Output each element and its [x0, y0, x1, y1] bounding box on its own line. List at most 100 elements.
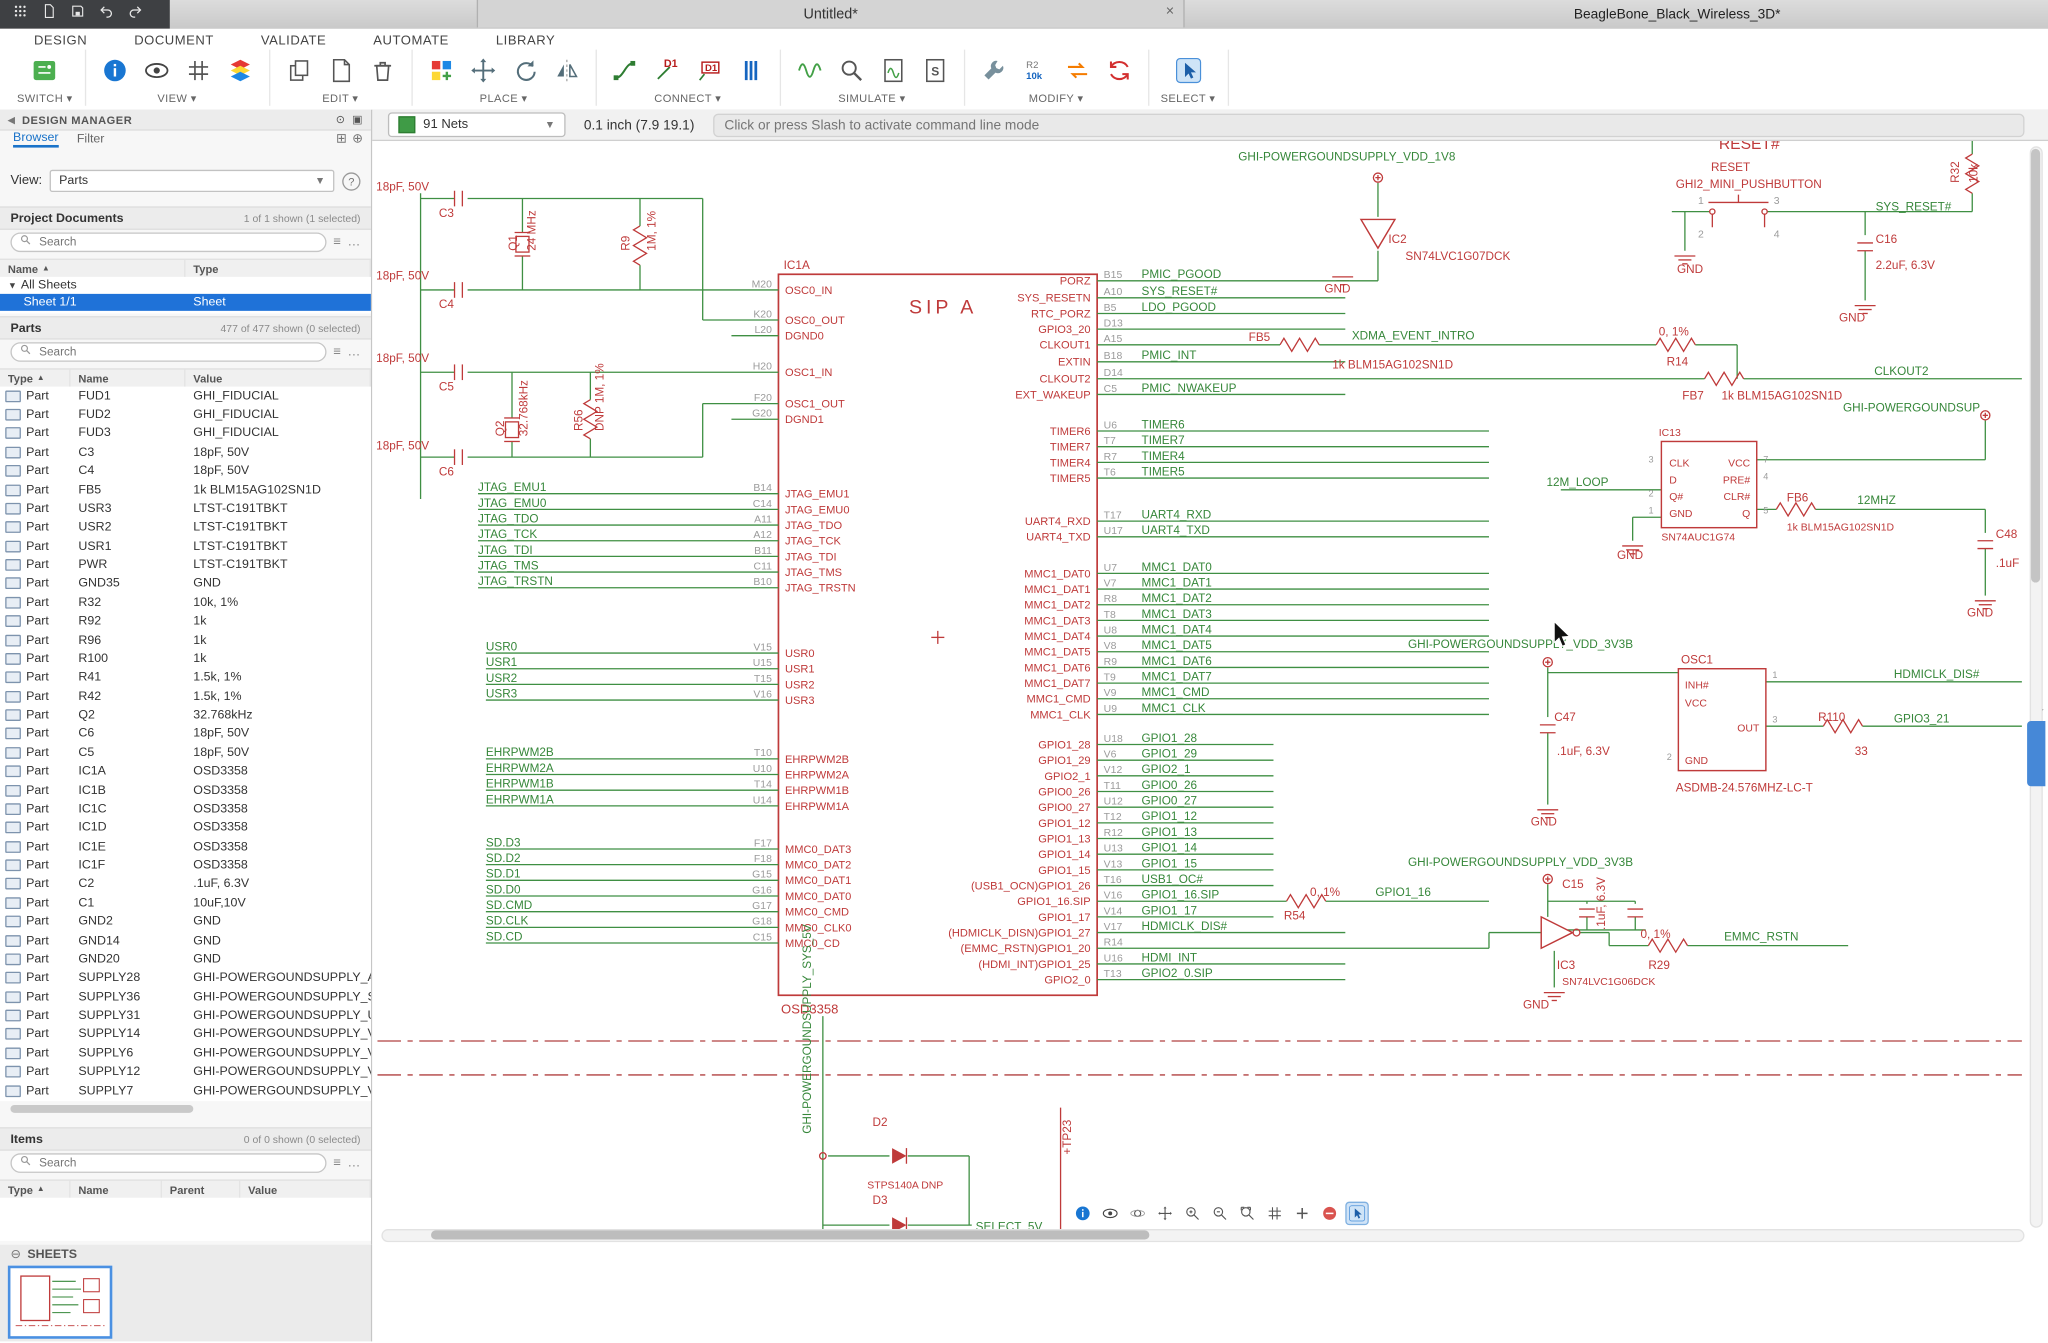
document-icon[interactable]	[323, 54, 357, 88]
component-label[interactable]: UART4_RXD	[1025, 516, 1091, 528]
part-row-supply12[interactable]: PartSUPPLY12GHI-POWERGOUNDSUPPLY_V	[0, 1063, 371, 1082]
grid-icon[interactable]	[1263, 1202, 1287, 1226]
pin-number[interactable]: B18	[1104, 351, 1123, 362]
component-label[interactable]: JTAG_TMS	[785, 567, 842, 579]
panel-dock-icon[interactable]: ▣	[352, 112, 363, 126]
component-label[interactable]: GND	[1685, 756, 1709, 767]
part-row-ic1a[interactable]: PartIC1AOSD3358	[0, 762, 371, 781]
pin-number[interactable]: T12	[1104, 812, 1122, 823]
value-icon[interactable]: R210k	[1018, 54, 1052, 88]
info-icon[interactable]	[1071, 1202, 1095, 1226]
pin-number[interactable]: 2	[1667, 752, 1672, 762]
pin-number[interactable]: 3	[1648, 454, 1653, 464]
pin-number[interactable]: D14	[1104, 368, 1123, 379]
component-label[interactable]: CLKOUT2	[1039, 374, 1090, 386]
pin-number[interactable]: K20	[753, 309, 772, 320]
part-row-c2[interactable]: PartC2.1uF, 6.3V	[0, 875, 371, 894]
ribbon-group-label-place[interactable]: PLACE ▾	[480, 91, 528, 105]
part-row-ic1e[interactable]: PartIC1EOSD3358	[0, 837, 371, 856]
component-label[interactable]: SN74LVC1G06DCK	[1562, 977, 1655, 988]
panel-settings-icon[interactable]: ⊙	[336, 112, 346, 126]
component-label[interactable]: R9	[620, 236, 633, 251]
component-label[interactable]: MMC1_CLK	[1030, 709, 1091, 721]
pin-number[interactable]: U7	[1104, 563, 1118, 574]
column-header-type[interactable]: Type▲	[0, 1181, 71, 1199]
component-label[interactable]: TIMER5	[1050, 473, 1091, 485]
component-label[interactable]: DGND1	[785, 414, 824, 426]
net-label[interactable]: EHRPWM2B	[486, 746, 554, 759]
pin-number[interactable]: T10	[754, 748, 772, 759]
part-row-gnd35[interactable]: PartGND35GND	[0, 574, 371, 593]
part-row-q2[interactable]: PartQ232.768kHz	[0, 706, 371, 725]
component-label[interactable]: 18pF, 50V	[376, 270, 429, 283]
component-label[interactable]: 10k	[1967, 164, 1980, 183]
component-label[interactable]: MMC0_CLK0	[785, 922, 852, 934]
component-label[interactable]: GND	[1523, 998, 1549, 1011]
net-label[interactable]: MMC1_DAT7	[1142, 670, 1212, 683]
component-label[interactable]: OSC0_IN	[785, 285, 832, 297]
resistor-symbol[interactable]	[1280, 338, 1319, 351]
net-label[interactable]: GHI-POWERGOUNDSUPPLY_SYS_5V	[801, 924, 814, 1134]
component-label[interactable]: ASDMB-24.576MHZ-LC-T	[1676, 782, 1813, 795]
part-row-supply14[interactable]: PartSUPPLY14GHI-POWERGOUNDSUPPLY_V	[0, 1025, 371, 1044]
net-label[interactable]: SD.D3	[486, 836, 521, 849]
net-label[interactable]: PMIC_PGOOD	[1142, 268, 1222, 281]
net-label[interactable]: TIMER7	[1142, 434, 1185, 447]
component-label[interactable]: C6	[439, 465, 454, 478]
component-label[interactable]: EHRPWM1A	[785, 801, 850, 813]
net-label[interactable]: HDMICLK_DIS#	[1142, 920, 1228, 933]
pin-number[interactable]: G17	[752, 901, 772, 912]
component-label[interactable]: TIMER4	[1050, 457, 1091, 469]
net-label[interactable]: SYS_RESET#	[1142, 285, 1218, 298]
net-label[interactable]: MMC1_DAT2	[1142, 592, 1212, 605]
pin-number[interactable]: T7	[1104, 436, 1116, 447]
pushbutton-symbol[interactable]	[1762, 209, 1767, 214]
component-label[interactable]: GPIO1_16.SIP	[1017, 896, 1090, 908]
component-label[interactable]: FB7	[1682, 390, 1704, 403]
component-label[interactable]: 18pF, 50V	[376, 439, 429, 452]
pin-number[interactable]: 1	[1648, 505, 1653, 515]
part-row-r32[interactable]: PartR3210k, 1%	[0, 593, 371, 612]
command-line-input[interactable]	[713, 113, 2025, 137]
net-label[interactable]: USR3	[486, 687, 518, 700]
component-label[interactable]: IC2	[1388, 233, 1406, 246]
pin-number[interactable]: L20	[754, 325, 772, 336]
net-label[interactable]: GHI-POWERGOUNDSUPPLY_VDD_3V3B	[1408, 856, 1633, 869]
trash-icon[interactable]	[365, 54, 399, 88]
pin-number[interactable]: G18	[752, 917, 772, 928]
component-label[interactable]: (HDMICLK_DISN)GPIO1_27	[948, 927, 1090, 939]
net-label[interactable]: GPIO2_1	[1142, 763, 1191, 776]
eye-icon[interactable]	[139, 54, 173, 88]
pin-number[interactable]: U9	[1104, 704, 1118, 715]
pin-number[interactable]: T15	[754, 674, 772, 685]
part-row-gnd14[interactable]: PartGND14GND	[0, 931, 371, 950]
pin-number[interactable]: U17	[1104, 526, 1123, 537]
waveform-icon[interactable]	[792, 54, 826, 88]
net-label[interactable]: GPIO1_16.SIP	[1142, 889, 1220, 902]
pan-icon[interactable]	[1153, 1202, 1177, 1226]
net-label[interactable]: GPIO1_29	[1142, 748, 1198, 761]
probe-icon[interactable]	[834, 54, 868, 88]
document-tab[interactable]: Untitled* ×	[477, 0, 1185, 27]
net-label[interactable]: JTAG_EMU0	[478, 497, 547, 510]
component-label[interactable]: MMC0_DAT2	[785, 860, 851, 872]
component-label[interactable]: 1k BLM15AG102SN1D	[1787, 522, 1895, 533]
pin-number[interactable]: G15	[752, 870, 772, 881]
pin-number[interactable]: F17	[754, 838, 772, 849]
pin-number[interactable]: B15	[1104, 270, 1123, 281]
part-row-usr3[interactable]: PartUSR3LTST-C191TBKT	[0, 499, 371, 518]
component-label[interactable]: MMC1_DAT5	[1024, 647, 1090, 659]
part-row-c4[interactable]: PartC418pF, 50V	[0, 462, 371, 481]
component-label[interactable]: GPIO1_29	[1038, 755, 1090, 767]
net-label[interactable]: LDO_PGOOD	[1142, 301, 1216, 314]
pin-number[interactable]: T16	[1104, 875, 1122, 886]
net-label[interactable]: 12M_LOOP	[1546, 476, 1608, 489]
net-label[interactable]: USR0	[486, 640, 518, 653]
component-label[interactable]: (HDMI_INT)GPIO1_25	[978, 959, 1090, 971]
nets-dropdown[interactable]: 91 Nets ▼	[388, 112, 566, 137]
component-label[interactable]: C4	[439, 298, 454, 311]
net-label[interactable]: EHRPWM2A	[486, 762, 554, 775]
net-label[interactable]: GPIO3_21	[1894, 712, 1950, 725]
component-label[interactable]: GND	[1967, 606, 1993, 619]
component-label[interactable]: MMC1_DAT1	[1024, 584, 1090, 596]
